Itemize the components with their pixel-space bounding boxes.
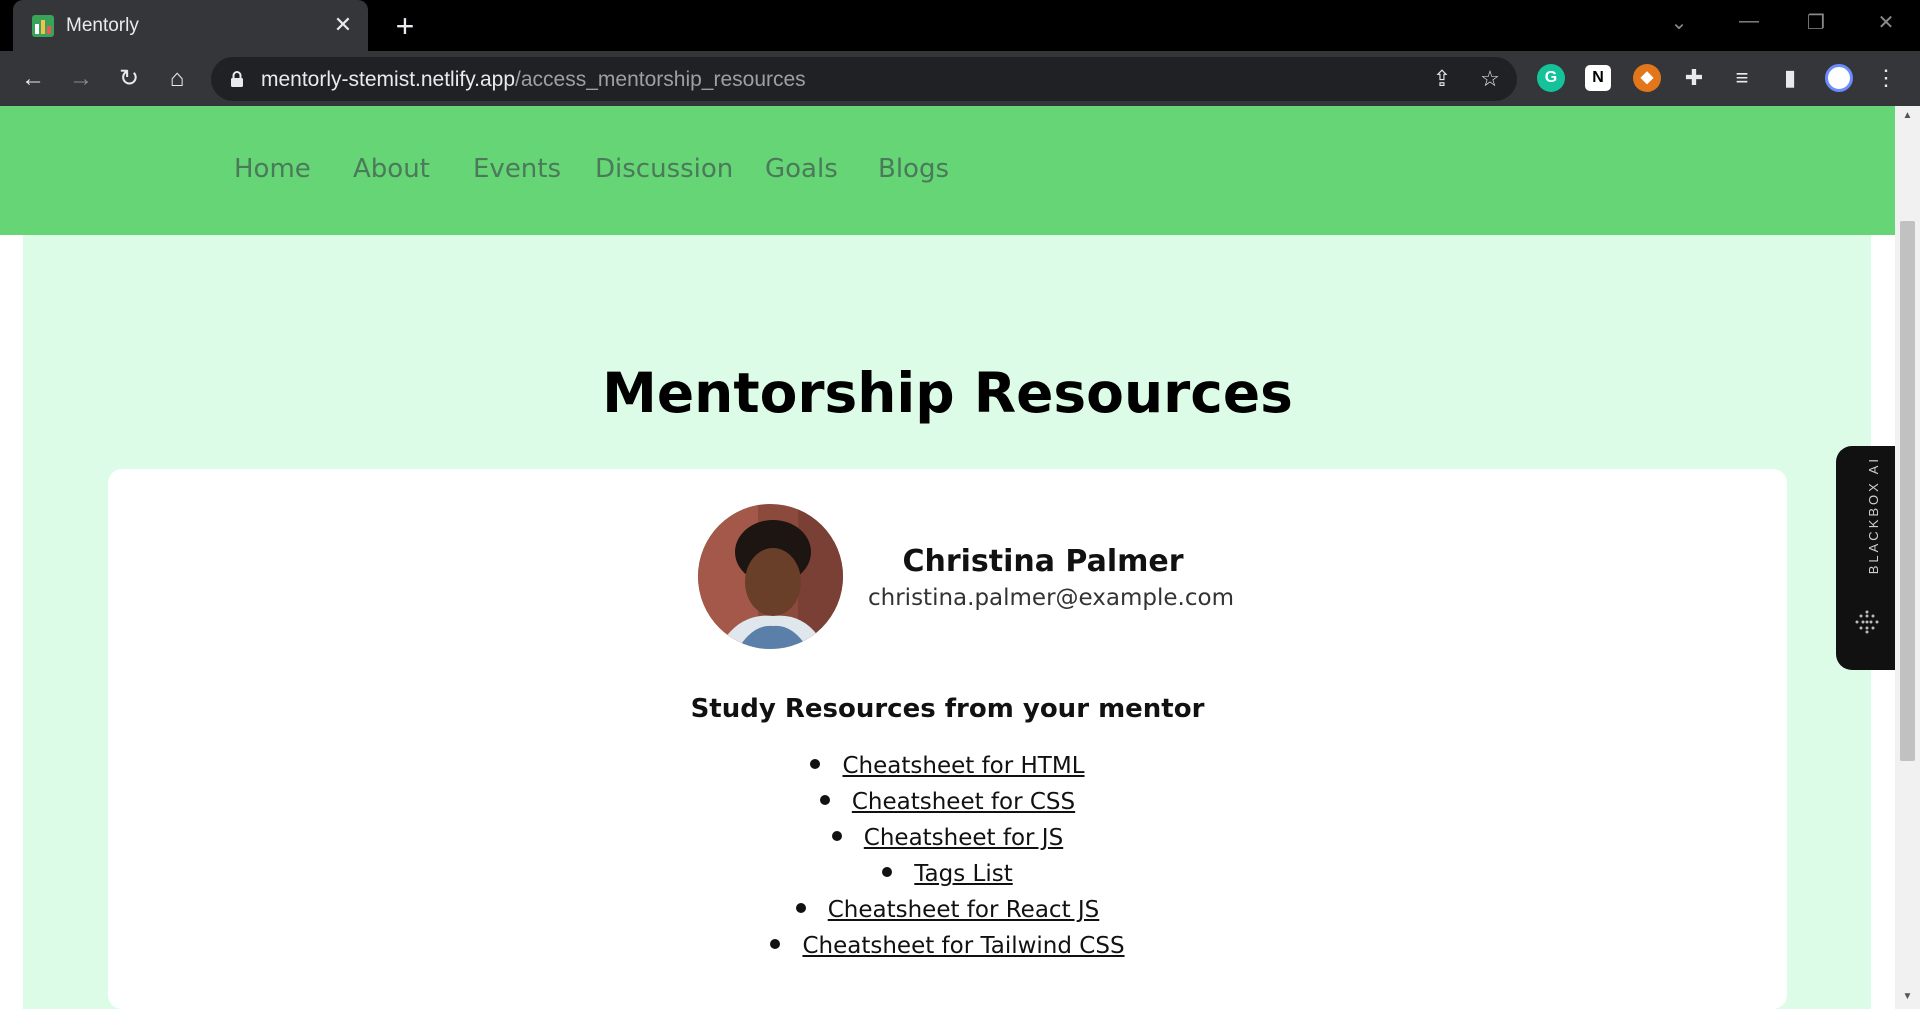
forward-icon[interactable]: → <box>63 61 99 97</box>
page-scrollbar[interactable]: ▲ ▼ <box>1895 106 1920 1009</box>
blackbox-ai-tab[interactable]: BLACKBOX AI <box>1836 446 1895 670</box>
bullet-icon <box>831 830 842 841</box>
tab-close-icon[interactable]: ✕ <box>330 12 356 38</box>
resource-link-html[interactable]: Cheatsheet for HTML <box>842 753 1084 779</box>
page-title: Mentorship Resources <box>602 361 1293 425</box>
resource-link-react[interactable]: Cheatsheet for React JS <box>828 897 1100 923</box>
browser-tab[interactable]: Mentorly ✕ <box>13 0 368 51</box>
url-path: /access_mentorship_resources <box>515 68 806 91</box>
mentor-avatar <box>698 504 843 649</box>
tab-search-icon[interactable]: ⌄ <box>1664 10 1694 35</box>
bullet-icon <box>810 758 821 769</box>
home-icon[interactable]: ⌂ <box>159 61 195 97</box>
nav-home[interactable]: Home <box>234 154 311 184</box>
mentor-name: Christina Palmer <box>902 544 1184 579</box>
share-icon[interactable]: ⇪ <box>1429 66 1455 92</box>
reading-list-icon[interactable]: ≡ <box>1729 65 1755 91</box>
profile-avatar-icon[interactable] <box>1825 64 1853 92</box>
scroll-down-arrow-icon[interactable]: ▼ <box>1895 991 1920 1005</box>
blackbox-label: BLACKBOX AI <box>1866 456 1881 575</box>
new-tab-button[interactable]: + <box>388 9 422 43</box>
site-navbar: Home About Events Discussion Goals Blogs <box>0 106 1895 235</box>
resources-heading: Study Resources from your mentor <box>690 694 1205 724</box>
nav-events[interactable]: Events <box>473 154 561 184</box>
url-text: mentorly-stemist.netlify.app/access_ment… <box>261 68 806 92</box>
address-bar[interactable]: mentorly-stemist.netlify.app/access_ment… <box>211 57 1517 101</box>
nav-blogs[interactable]: Blogs <box>878 154 949 184</box>
scroll-up-arrow-icon[interactable]: ▲ <box>1895 110 1920 124</box>
blackbox-logo-icon <box>1855 610 1879 634</box>
mentor-card: Christina Palmer christina.palmer@exampl… <box>108 469 1787 1009</box>
menu-kebab-icon[interactable]: ⋮ <box>1873 65 1899 91</box>
nav-discussion[interactable]: Discussion <box>595 154 733 184</box>
list-item: Cheatsheet for CSS <box>108 789 1787 825</box>
resource-link-css[interactable]: Cheatsheet for CSS <box>852 789 1075 815</box>
extensions-puzzle-icon[interactable]: ✚ <box>1681 65 1707 91</box>
reload-icon[interactable]: ↻ <box>111 61 147 97</box>
restore-icon[interactable]: ❐ <box>1801 10 1831 35</box>
side-panel-icon[interactable]: ▮ <box>1777 65 1803 91</box>
bullet-icon <box>770 938 781 949</box>
browser-tab-bar: Mentorly ✕ + ⌄ — ❐ ✕ <box>0 0 1920 51</box>
bullet-icon <box>819 794 830 805</box>
lock-icon <box>231 71 243 87</box>
browser-toolbar: ← → ↻ ⌂ mentorly-stemist.netlify.app/acc… <box>0 51 1920 106</box>
resource-link-tailwind[interactable]: Cheatsheet for Tailwind CSS <box>802 933 1124 959</box>
resource-link-tags[interactable]: Tags List <box>914 861 1012 887</box>
nav-goals[interactable]: Goals <box>765 154 838 184</box>
mentor-photo <box>698 504 843 649</box>
bullet-icon <box>795 902 806 913</box>
mentor-email: christina.palmer@example.com <box>868 585 1234 611</box>
list-item: Tags List <box>108 861 1787 897</box>
list-item: Cheatsheet for React JS <box>108 897 1787 933</box>
close-window-icon[interactable]: ✕ <box>1871 10 1901 35</box>
minimize-icon[interactable]: — <box>1734 10 1764 33</box>
list-item: Cheatsheet for JS <box>108 825 1787 861</box>
scroll-thumb[interactable] <box>1900 221 1915 761</box>
mentorly-favicon-icon <box>32 15 54 37</box>
list-item: Cheatsheet for HTML <box>108 753 1787 789</box>
back-icon[interactable]: ← <box>15 61 51 97</box>
tab-title: Mentorly <box>66 15 139 36</box>
url-host: mentorly-stemist.netlify.app <box>261 68 516 91</box>
grammarly-icon[interactable]: G <box>1537 64 1565 92</box>
resources-list: Cheatsheet for HTML Cheatsheet for CSS C… <box>108 753 1787 969</box>
bullet-icon <box>882 866 893 877</box>
resource-link-js[interactable]: Cheatsheet for JS <box>864 825 1063 851</box>
page-viewport: Home About Events Discussion Goals Blogs… <box>0 106 1895 1009</box>
nav-about[interactable]: About <box>353 154 430 184</box>
page-left-margin <box>0 106 23 1009</box>
list-item: Cheatsheet for Tailwind CSS <box>108 933 1787 969</box>
metamask-icon[interactable]: ◆ <box>1633 64 1661 92</box>
notion-icon[interactable]: N <box>1585 65 1611 91</box>
bookmark-star-icon[interactable]: ☆ <box>1477 66 1503 92</box>
